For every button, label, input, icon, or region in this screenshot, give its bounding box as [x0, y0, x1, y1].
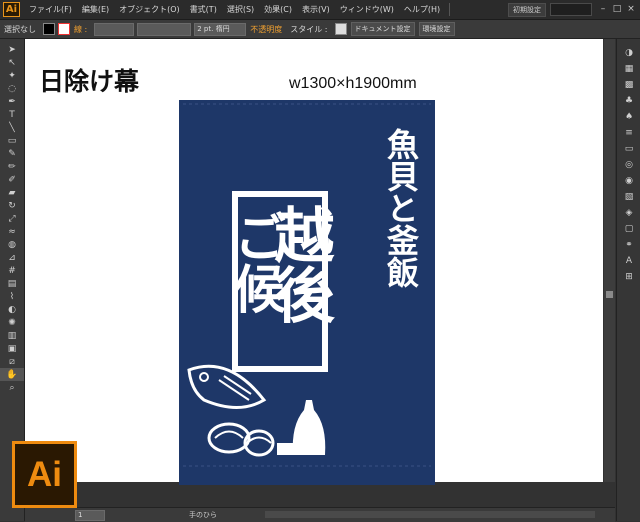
- menu-type[interactable]: 書式(T): [185, 4, 222, 15]
- style-swatch[interactable]: [334, 23, 347, 35]
- graphic-styles-panel-icon[interactable]: ▧: [617, 189, 640, 205]
- vertical-scroll-thumb[interactable]: [606, 291, 613, 298]
- control-bar: 選択なし 線 : 2 pt. 楕円 不透明度 スタイル : ドキュメント設定 環…: [0, 20, 640, 39]
- selection-status: 選択なし: [4, 24, 36, 34]
- window-controls: – □ ×: [596, 3, 638, 16]
- rotate-tool-icon[interactable]: ↻: [0, 199, 24, 212]
- search-input[interactable]: [550, 3, 592, 16]
- noren-banner[interactable]: 魚貝と釜飯 越後 ご候: [179, 100, 435, 485]
- clam-illustration: [207, 422, 275, 457]
- menu-file[interactable]: ファイル(F): [24, 4, 77, 15]
- current-tool-status: 手のひら: [189, 511, 217, 519]
- lasso-tool-icon[interactable]: ◌: [0, 82, 24, 95]
- stroke-panel-icon[interactable]: ≡: [617, 125, 640, 141]
- mesh-tool-icon[interactable]: #: [0, 264, 24, 277]
- menu-select[interactable]: 選択(S): [222, 4, 259, 15]
- rectangle-tool-icon[interactable]: ▭: [0, 134, 24, 147]
- color-panel-icon[interactable]: ◑: [617, 45, 640, 61]
- banner-text-line3: ご候: [225, 210, 286, 314]
- layers-panel-icon[interactable]: ◈: [617, 205, 640, 221]
- menu-edit[interactable]: 編集(E): [77, 4, 114, 15]
- app-logo-small: Ai: [3, 2, 20, 17]
- line-tool-icon[interactable]: ╲: [0, 121, 24, 134]
- artboard-tool-icon[interactable]: ▣: [0, 342, 24, 355]
- pen-tool-icon[interactable]: ✒: [0, 95, 24, 108]
- maximize-icon[interactable]: □: [610, 3, 624, 16]
- variable-width-dropdown[interactable]: [137, 22, 192, 36]
- artboard-dimensions: w1300×h1900mm: [289, 75, 417, 92]
- color-guide-panel-icon[interactable]: ▦: [617, 61, 640, 77]
- stroke-weight-dropdown[interactable]: [94, 22, 135, 36]
- fish-illustration: [187, 364, 267, 409]
- document-setup-button[interactable]: ドキュメント設定: [350, 22, 415, 36]
- symbol-sprayer-tool-icon[interactable]: ✺: [0, 316, 24, 329]
- scale-tool-icon[interactable]: ⤢: [0, 212, 24, 225]
- zoom-tool-icon[interactable]: ⌕: [0, 381, 24, 394]
- banner-artwork: 魚貝と釜飯 越後 ご候: [183, 103, 431, 467]
- horizontal-scrollbar[interactable]: [265, 511, 595, 518]
- artboards-panel-icon[interactable]: ▢: [617, 221, 640, 237]
- gradient-panel-icon[interactable]: ▭: [617, 141, 640, 157]
- preferences-button[interactable]: 環境設定: [418, 22, 455, 36]
- direct-selection-tool-icon[interactable]: ↖: [0, 56, 24, 69]
- magic-wand-tool-icon[interactable]: ✦: [0, 69, 24, 82]
- appearance-panel-icon[interactable]: ◉: [617, 173, 640, 189]
- zoom-field[interactable]: 1: [75, 509, 105, 521]
- canvas-area[interactable]: 日除け幕 w1300×h1900mm 魚貝と釜飯 越後 ご候: [25, 39, 603, 485]
- menu-effect[interactable]: 効果(C): [259, 4, 297, 15]
- slice-tool-icon[interactable]: ⧄: [0, 355, 24, 368]
- align-panel-icon[interactable]: ⊞: [617, 269, 640, 285]
- brush-dropdown[interactable]: 2 pt. 楕円: [194, 22, 247, 36]
- menu-separator: [449, 3, 451, 16]
- transparency-panel-icon[interactable]: ◎: [617, 157, 640, 173]
- menu-bar: Ai ファイル(F) 編集(E) オブジェクト(O) 書式(T) 選択(S) 効…: [0, 0, 640, 20]
- eyedropper-tool-icon[interactable]: ⌇: [0, 290, 24, 303]
- fill-swatch[interactable]: [43, 23, 55, 35]
- swatches-panel-icon[interactable]: ▩: [617, 77, 640, 93]
- type-panel-icon[interactable]: A: [617, 253, 640, 269]
- blob-brush-tool-icon[interactable]: ✐: [0, 173, 24, 186]
- minimize-icon[interactable]: –: [596, 3, 610, 16]
- artboard-title: 日除け幕: [39, 67, 140, 96]
- perspective-tool-icon[interactable]: ⊿: [0, 251, 24, 264]
- menu-help[interactable]: ヘルプ(H): [399, 4, 445, 15]
- stroke-swatch[interactable]: [58, 23, 70, 35]
- type-tool-icon[interactable]: T: [0, 108, 24, 121]
- sake-bottle-illustration: [277, 400, 326, 455]
- gradient-tool-icon[interactable]: ▤: [0, 277, 24, 290]
- eraser-tool-icon[interactable]: ▰: [0, 186, 24, 199]
- menu-view[interactable]: 表示(V): [297, 4, 335, 15]
- links-panel-icon[interactable]: ⚭: [617, 237, 640, 253]
- symbols-panel-icon[interactable]: ♠: [617, 109, 640, 125]
- menu-object[interactable]: オブジェクト(O): [114, 4, 185, 15]
- close-icon[interactable]: ×: [624, 3, 638, 16]
- style-label: スタイル :: [290, 24, 328, 34]
- opacity-label[interactable]: 不透明度: [250, 24, 282, 35]
- paintbrush-tool-icon[interactable]: ✎: [0, 147, 24, 160]
- pencil-tool-icon[interactable]: ✏: [0, 160, 24, 173]
- stroke-label[interactable]: 線 :: [74, 24, 87, 35]
- hand-tool-icon[interactable]: ✋: [0, 368, 24, 381]
- illustrator-logo: Ai: [12, 441, 77, 508]
- selection-tool-icon[interactable]: ➤: [0, 43, 24, 56]
- warp-tool-icon[interactable]: ≈: [0, 225, 24, 238]
- graph-tool-icon[interactable]: ▥: [0, 329, 24, 342]
- brushes-panel-icon[interactable]: ♣: [617, 93, 640, 109]
- panel-dock: ◑ ▦ ▩ ♣ ♠ ≡ ▭ ◎ ◉ ▧ ◈ ▢ ⚭ A ⊞: [616, 39, 640, 521]
- shape-builder-tool-icon[interactable]: ◍: [0, 238, 24, 251]
- workspace-switcher[interactable]: 初期設定: [508, 2, 546, 17]
- menu-window[interactable]: ウィンドウ(W): [335, 4, 399, 15]
- blend-tool-icon[interactable]: ◐: [0, 303, 24, 316]
- vertical-scrollbar[interactable]: [604, 39, 615, 482]
- banner-text-line1: 魚貝と釜飯: [382, 128, 420, 289]
